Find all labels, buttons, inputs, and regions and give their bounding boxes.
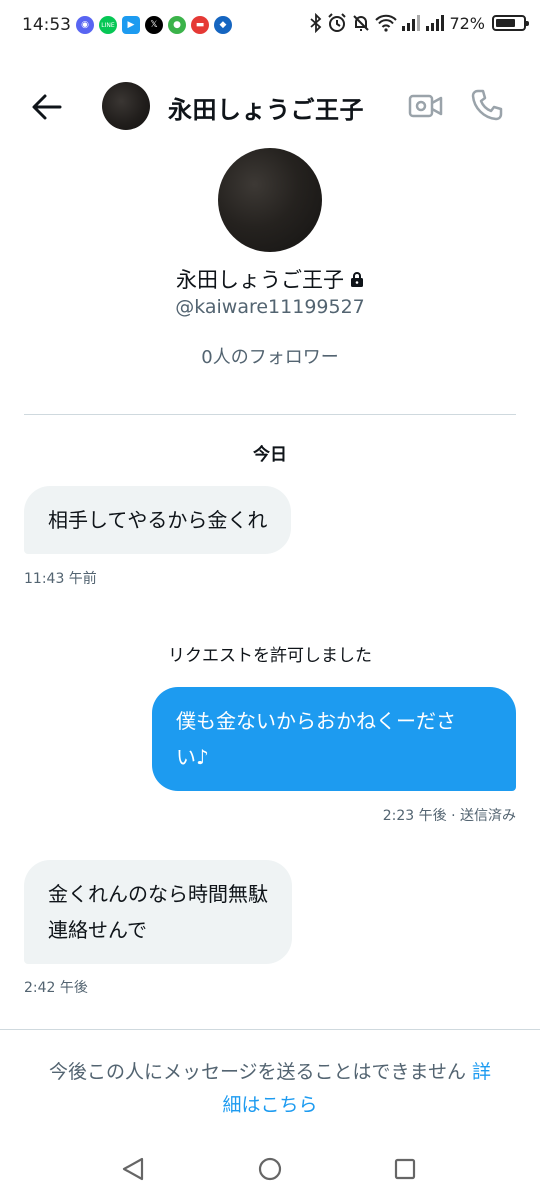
- signal-icon-2: [426, 15, 445, 31]
- frog-app-icon: ●: [168, 16, 186, 34]
- dm-restriction-notice: 今後この人にメッセージを送ることはできません 詳 細はこちら: [24, 1056, 516, 1122]
- line-icon: LINE: [99, 16, 117, 34]
- red-app-icon: ▬: [191, 16, 209, 34]
- mute-bell-icon: [353, 15, 370, 31]
- message-text-line: 連絡せんで: [48, 918, 147, 942]
- notification-icons: ◉ LINE ▶ 𝕏 ● ▬ ◆: [76, 16, 232, 34]
- profile-handle: @kaiware11199527: [175, 296, 365, 318]
- system-icons: 72%: [309, 13, 529, 33]
- message-bubble-outgoing[interactable]: 僕も金ないからおかねくーださ い♪: [152, 687, 516, 791]
- message-text-line: 金くれんのなら時間無駄: [48, 882, 268, 906]
- message-bubble-incoming[interactable]: 相手してやるから金くれ: [24, 486, 292, 554]
- discord-icon: ◉: [76, 16, 94, 34]
- nav-back-icon[interactable]: [114, 1149, 154, 1189]
- wifi-icon: [375, 14, 398, 32]
- blue-app-icon: ◆: [214, 16, 232, 34]
- followers-count[interactable]: 0人のフォロワー: [0, 343, 540, 369]
- profile-name-text: 永田しょうご王子: [176, 268, 344, 292]
- details-link[interactable]: 詳: [472, 1061, 491, 1083]
- divider: [24, 414, 516, 415]
- bluetooth-icon: [310, 13, 322, 33]
- battery-percent: 72%: [449, 13, 485, 33]
- x-icon: 𝕏: [145, 16, 163, 34]
- video-call-icon[interactable]: [408, 90, 444, 122]
- footer-divider: [0, 1029, 540, 1030]
- signal-icon-1: [402, 15, 421, 31]
- conversation-header: 永田しょうご王子: [0, 78, 540, 134]
- day-label: 今日: [253, 445, 287, 465]
- phone-call-icon[interactable]: [470, 88, 504, 122]
- battery-icon: [492, 15, 529, 31]
- alarm-icon: [328, 13, 347, 32]
- message-timestamp: 2:42 午後: [24, 980, 88, 996]
- message-bubble-incoming[interactable]: 金くれんのなら時間無駄 連絡せんで: [24, 860, 292, 964]
- message-text: 相手してやるから金くれ: [48, 508, 268, 532]
- profile-avatar[interactable]: [218, 148, 322, 252]
- header-avatar[interactable]: [102, 82, 150, 130]
- details-link[interactable]: 細はこちら: [222, 1094, 317, 1116]
- lock-icon: [351, 272, 363, 287]
- nav-home-icon[interactable]: [250, 1149, 290, 1189]
- status-bar: 14:53 ◉ LINE ▶ 𝕏 ● ▬ ◆ 72%: [0, 0, 540, 52]
- message-text-line: 僕も金ないからおかねくーださ: [176, 709, 456, 733]
- message-text-line: い♪: [176, 745, 209, 769]
- system-message: リクエストを許可しました: [168, 646, 372, 666]
- battery-level: [496, 19, 515, 27]
- status-time: 14:53: [22, 15, 71, 35]
- profile-name[interactable]: 永田しょうご王子: [0, 264, 540, 294]
- nav-recents-icon[interactable]: [385, 1149, 425, 1189]
- back-arrow-icon[interactable]: [30, 90, 64, 124]
- message-timestamp: 11:43 午前: [24, 571, 97, 587]
- message-timestamp: 2:23 午後 · 送信済み: [382, 808, 516, 824]
- header-title[interactable]: 永田しょうご王子: [168, 90, 364, 125]
- video-app-icon: ▶: [122, 16, 140, 34]
- notice-text: 今後この人にメッセージを送ることはできません: [48, 1061, 466, 1083]
- system-nav-bar: [0, 1139, 540, 1199]
